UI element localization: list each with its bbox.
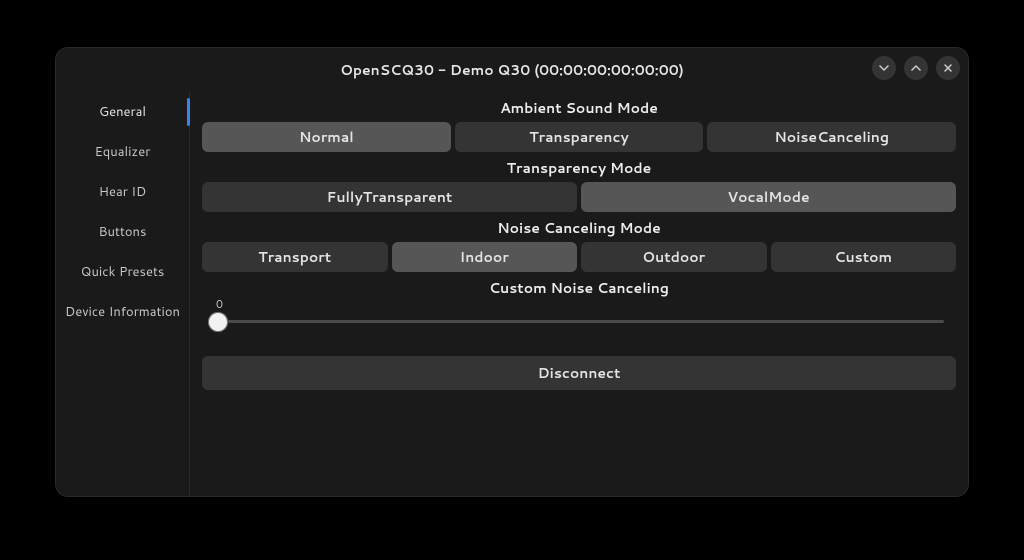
button-label: Normal (299, 127, 354, 147)
slider-thumb[interactable] (208, 312, 228, 332)
transparency-mode-label: Transparency Mode (202, 158, 956, 178)
transparency-mode-group: FullyTransparent VocalMode (202, 182, 956, 212)
ambient-noisecanceling-button[interactable]: NoiseCanceling (707, 122, 956, 152)
sidebar-item-label: Hear ID (99, 183, 146, 201)
sidebar-item-label: Quick Presets (81, 263, 165, 281)
sidebar-item-label: General (99, 103, 146, 121)
nc-indoor-button[interactable]: Indoor (392, 242, 578, 272)
disconnect-button[interactable]: Disconnect (202, 356, 956, 390)
ambient-sound-mode-label: Ambient Sound Mode (202, 98, 956, 118)
sidebar-item-general[interactable]: General (56, 92, 189, 132)
sidebar-item-equalizer[interactable]: Equalizer (56, 132, 189, 172)
noise-canceling-mode-group: Transport Indoor Outdoor Custom (202, 242, 956, 272)
button-label: Transport (258, 247, 331, 267)
nc-custom-button[interactable]: Custom (771, 242, 957, 272)
sidebar: General Equalizer Hear ID Buttons Quick … (56, 92, 190, 496)
button-label: FullyTransparent (327, 187, 453, 207)
noise-canceling-mode-label: Noise Canceling Mode (202, 218, 956, 238)
sidebar-item-device-information[interactable]: Device Information (56, 292, 189, 332)
button-label: NoiseCanceling (774, 127, 889, 147)
sidebar-item-quick-presets[interactable]: Quick Presets (56, 252, 189, 292)
button-label: Indoor (460, 247, 509, 267)
window-title: OpenSCQ30 - Demo Q30 (00:00:00:00:00:00) (340, 60, 684, 80)
main-panel: Ambient Sound Mode Normal Transparency N… (190, 92, 968, 496)
chevron-down-icon[interactable] (872, 56, 896, 80)
button-label: Custom (834, 247, 892, 267)
ambient-sound-mode-group: Normal Transparency NoiseCanceling (202, 122, 956, 152)
transparency-vocalmode-button[interactable]: VocalMode (581, 182, 956, 212)
button-label: Transparency (529, 127, 629, 147)
slider-value-label: 0 (216, 296, 223, 312)
ambient-transparency-button[interactable]: Transparency (455, 122, 704, 152)
button-label: VocalMode (727, 187, 809, 207)
nc-outdoor-button[interactable]: Outdoor (581, 242, 767, 272)
button-label: Disconnect (538, 363, 621, 383)
nc-transport-button[interactable]: Transport (202, 242, 388, 272)
window-body: General Equalizer Hear ID Buttons Quick … (56, 92, 968, 496)
button-label: Outdoor (642, 247, 705, 267)
sidebar-item-label: Device Information (65, 303, 180, 321)
close-icon[interactable] (936, 56, 960, 80)
ambient-normal-button[interactable]: Normal (202, 122, 451, 152)
app-window: OpenSCQ30 - Demo Q30 (00:00:00:00:00:00)… (56, 48, 968, 496)
custom-noise-canceling-label: Custom Noise Canceling (202, 278, 956, 298)
custom-nc-slider[interactable]: 0 (206, 302, 952, 338)
sidebar-item-hear-id[interactable]: Hear ID (56, 172, 189, 212)
window-controls (872, 56, 960, 80)
sidebar-item-label: Equalizer (95, 143, 151, 161)
titlebar: OpenSCQ30 - Demo Q30 (00:00:00:00:00:00) (56, 48, 968, 92)
slider-track (214, 320, 944, 323)
transparency-fullytransparent-button[interactable]: FullyTransparent (202, 182, 577, 212)
chevron-up-icon[interactable] (904, 56, 928, 80)
sidebar-item-label: Buttons (99, 223, 147, 241)
sidebar-item-buttons[interactable]: Buttons (56, 212, 189, 252)
